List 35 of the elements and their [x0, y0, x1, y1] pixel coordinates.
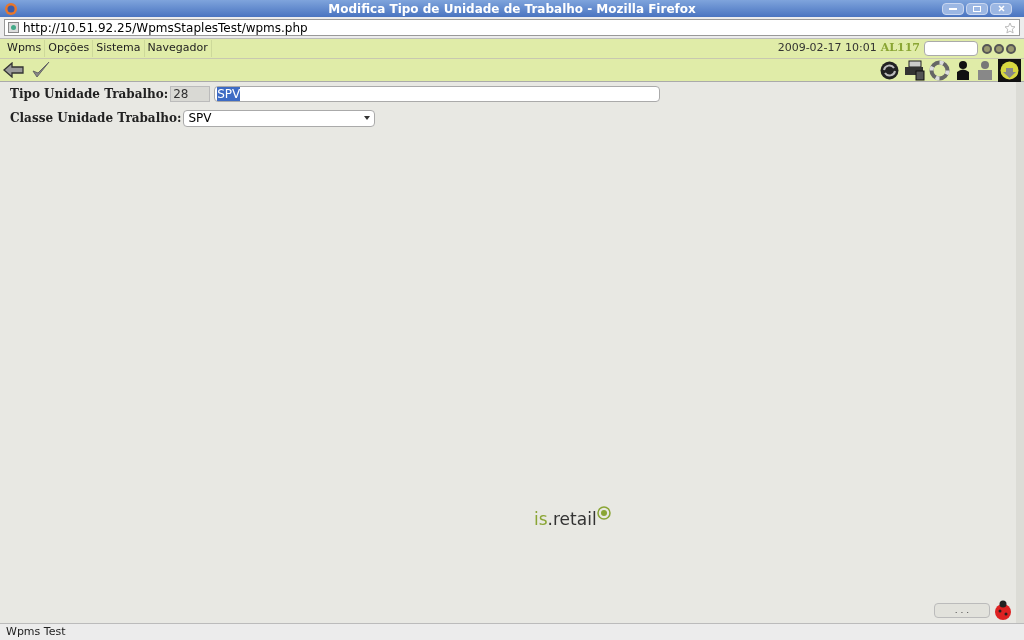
minimize-button[interactable] [942, 2, 964, 15]
field-label: Tipo Unidade Trabalho: [10, 86, 169, 103]
circle-button[interactable] [994, 43, 1004, 54]
caret-icon [364, 116, 371, 120]
person-icon[interactable] [954, 59, 972, 81]
refresh-icon[interactable] [879, 59, 900, 81]
user-code: AL117 [880, 40, 920, 57]
page-icon [8, 22, 19, 33]
menu-item[interactable]: Sistema [93, 40, 145, 57]
printer-icon[interactable] [904, 59, 925, 81]
date-time: 2009-02-17 10:01 [777, 40, 877, 57]
close-icon [997, 5, 1005, 12]
class-dropdown[interactable]: SPV [183, 109, 376, 127]
menu-item[interactable]: Wpms [4, 40, 46, 57]
user-download-icon[interactable] [998, 58, 1021, 82]
lifebuoy-icon[interactable] [929, 59, 950, 81]
name-field[interactable]: SPV [214, 86, 661, 102]
brand-logo: is.retail [534, 506, 611, 532]
more-button[interactable]: . . . [934, 602, 990, 618]
menu-item[interactable]: Navegador [144, 40, 212, 57]
checkmark-icon[interactable] [32, 61, 50, 79]
menu-item[interactable]: Opções [45, 40, 94, 57]
field-label: Classe Unidade Trabalho: [10, 110, 182, 127]
circle-button[interactable] [1006, 43, 1016, 54]
code-field[interactable]: 28 [170, 86, 211, 102]
maximize-button[interactable] [966, 2, 988, 15]
ladybug-icon[interactable] [992, 599, 1014, 621]
back-arrow-icon[interactable] [3, 62, 24, 78]
star-icon[interactable] [1004, 21, 1016, 34]
status-text: Wpms Test [6, 623, 66, 640]
window-title: Modifica Tipo de Unidade de Trabalho - Mozilla Firefox [328, 0, 696, 18]
close-button[interactable] [990, 2, 1012, 15]
circle-button[interactable] [982, 43, 992, 54]
address-bar[interactable]: http://10.51.92.25/WpmsStaplesTest/wpms.php [4, 19, 1020, 36]
quick-input-field[interactable] [924, 41, 978, 56]
